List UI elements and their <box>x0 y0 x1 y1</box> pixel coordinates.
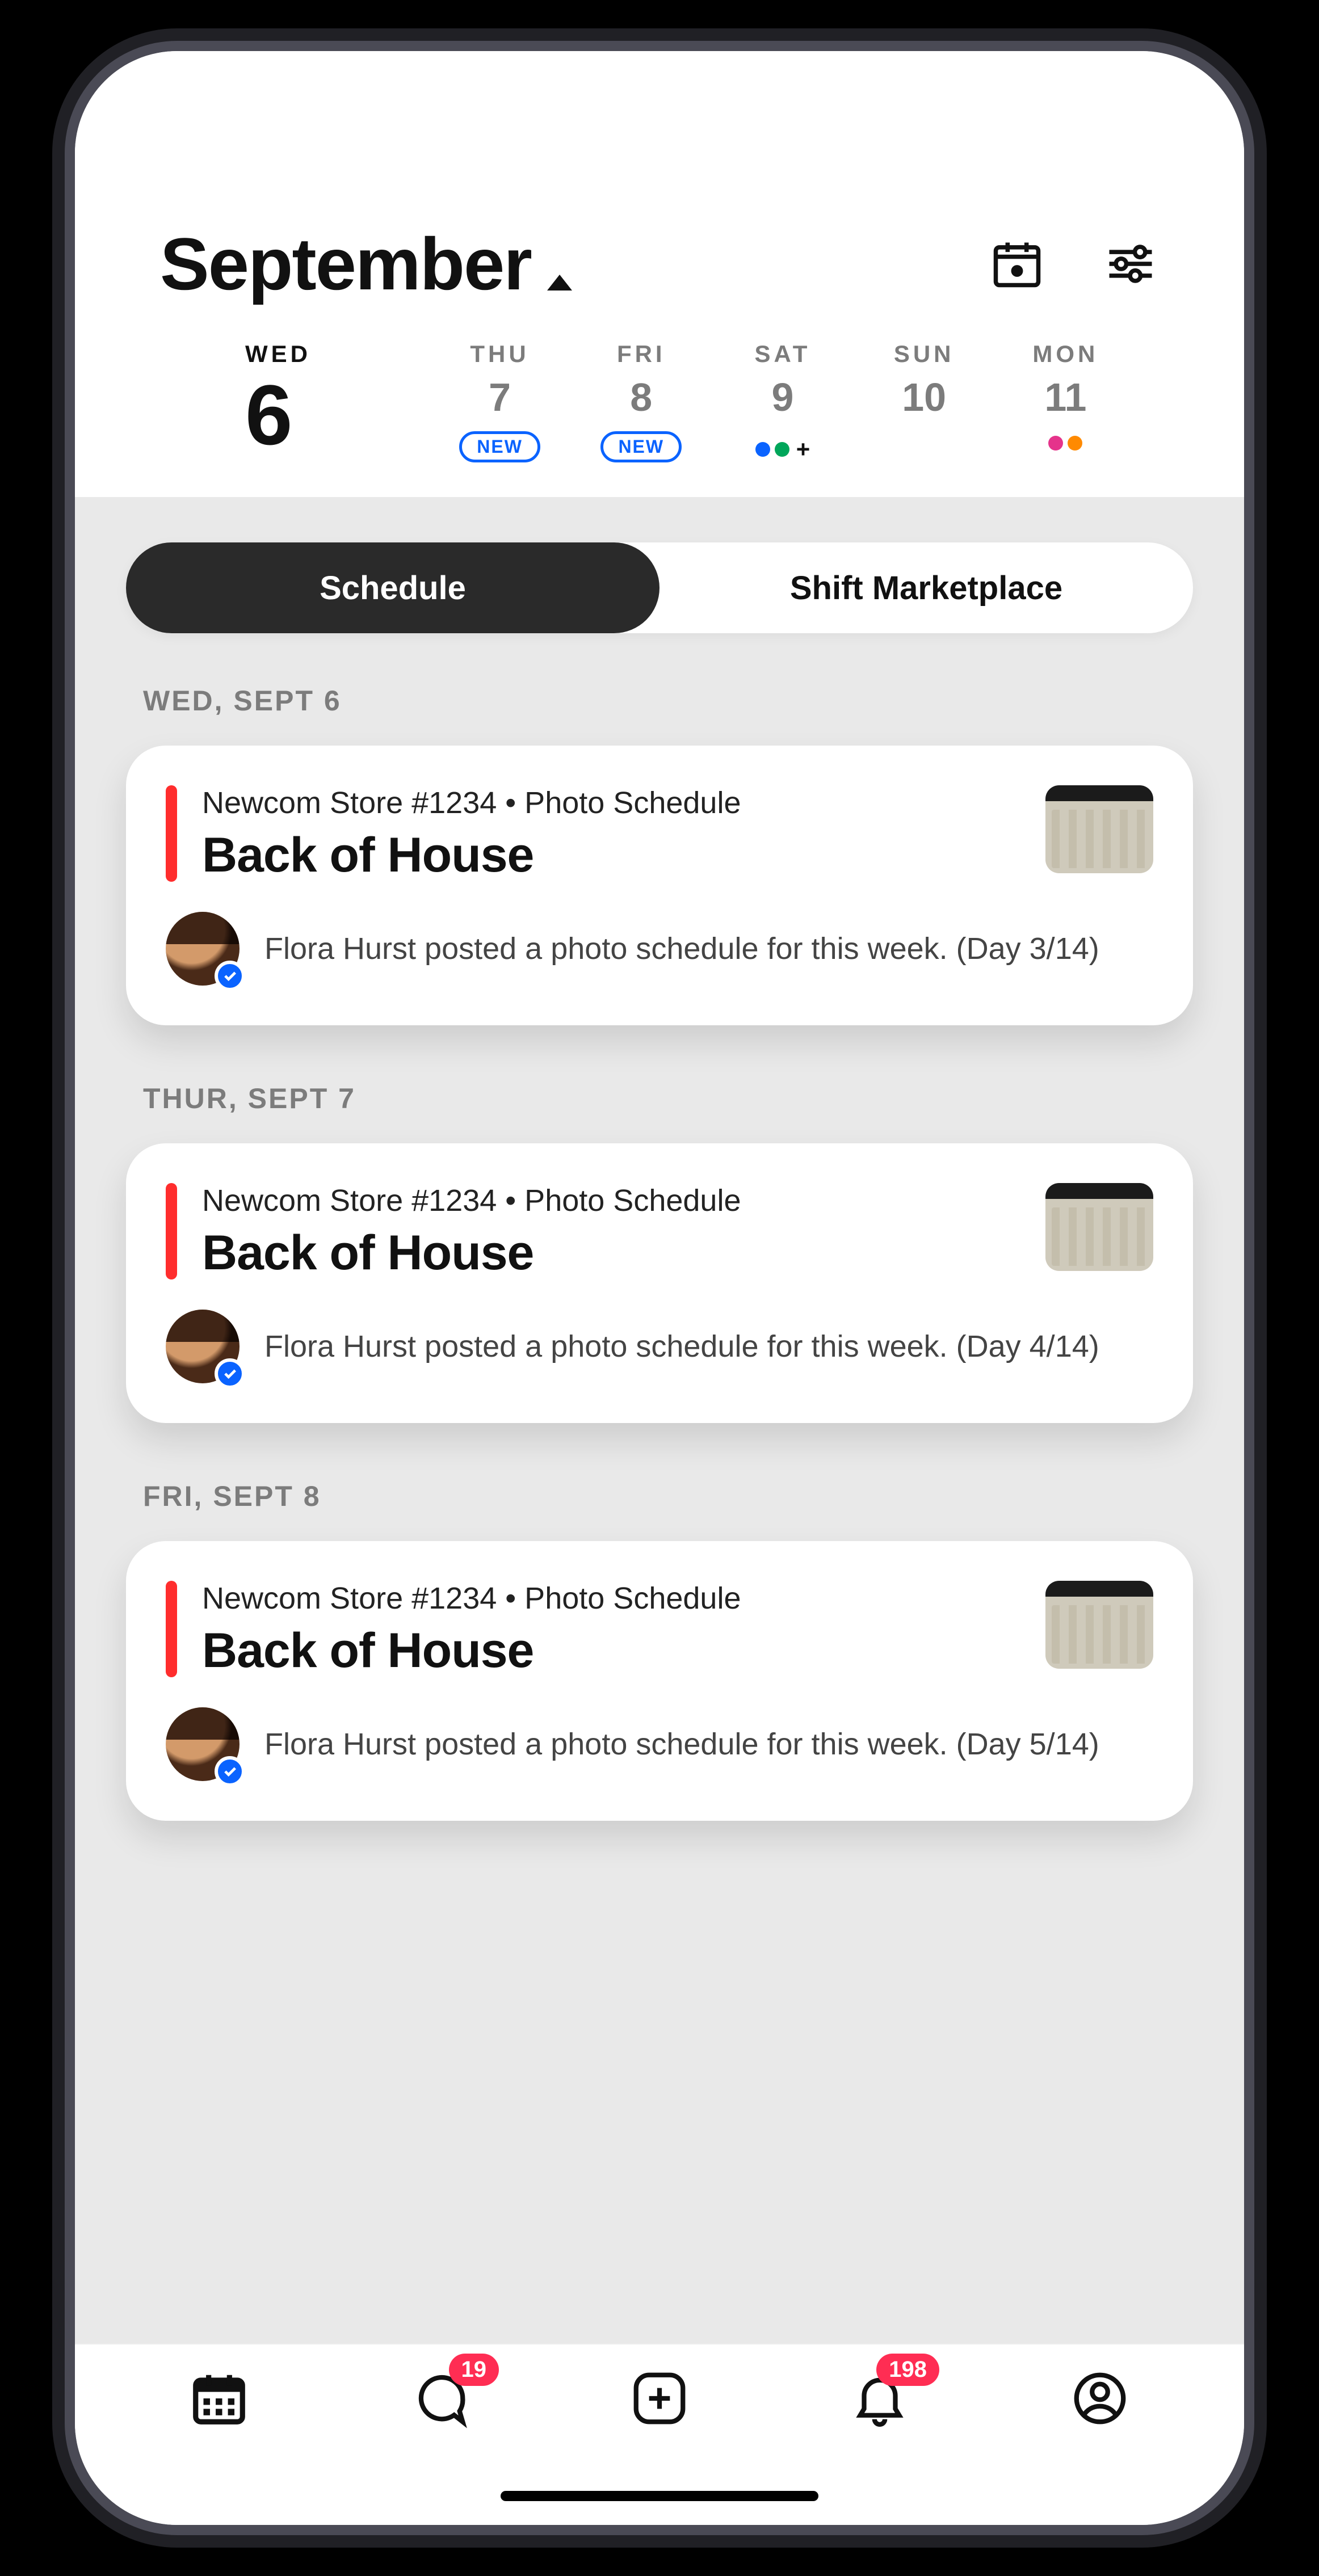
tab-shift-marketplace[interactable]: Shift Marketplace <box>660 542 1193 633</box>
card-subtitle: Newcom Store #1234 • Photo Schedule <box>202 1581 1020 1616</box>
header: September <box>75 51 1244 497</box>
calendar-dot-icon <box>989 235 1045 292</box>
card-title: Back of House <box>202 1623 1020 1679</box>
day-number: 10 <box>902 374 946 420</box>
dow-label: MON <box>1032 340 1098 368</box>
schedule-thumbnail <box>1045 1183 1153 1271</box>
filter-button[interactable] <box>1102 235 1159 292</box>
caret-up-icon <box>547 275 572 291</box>
day-cell-sun-10[interactable]: SUN 10 <box>854 340 995 463</box>
day-strip: WED 6 THU 7 NEW FRI 8 NEW SAT 9 <box>160 306 1159 497</box>
dow-label: SUN <box>894 340 955 368</box>
month-picker-button[interactable]: September <box>160 221 572 306</box>
screen: September <box>75 51 1244 2525</box>
calendar-icon <box>188 2367 250 2430</box>
nav-alerts-button[interactable]: 198 <box>848 2367 911 2430</box>
verified-badge-icon <box>215 1358 245 1389</box>
dow-label: THU <box>470 340 529 368</box>
tab-schedule[interactable]: Schedule <box>126 542 660 633</box>
nav-chat-button[interactable]: 19 <box>408 2367 471 2430</box>
avatar <box>166 912 240 986</box>
segmented-control: Schedule Shift Marketplace <box>126 542 1193 633</box>
schedule-card[interactable]: Newcom Store #1234 • Photo Schedule Back… <box>126 1541 1193 1821</box>
dow-label: WED <box>245 340 311 368</box>
nav-profile-button[interactable] <box>1069 2367 1131 2430</box>
profile-icon <box>1069 2367 1131 2430</box>
sliders-icon <box>1102 235 1159 292</box>
day-number: 8 <box>630 374 652 420</box>
plus-square-icon <box>628 2367 691 2430</box>
schedule-card[interactable]: Newcom Store #1234 • Photo Schedule Back… <box>126 746 1193 1025</box>
day-cell-sat-9[interactable]: SAT 9 + <box>712 340 853 463</box>
card-post-text: Flora Hurst posted a photo schedule for … <box>264 1724 1099 1765</box>
new-badge: NEW <box>600 431 682 462</box>
home-indicator <box>501 2491 818 2501</box>
card-subtitle: Newcom Store #1234 • Photo Schedule <box>202 785 1020 820</box>
dow-label: SAT <box>755 340 811 368</box>
day-cell-mon-11[interactable]: MON 11 <box>995 340 1136 463</box>
card-title: Back of House <box>202 827 1020 883</box>
dot-icon <box>755 442 770 457</box>
nav-calendar-button[interactable] <box>188 2367 250 2430</box>
dot-icon <box>1048 436 1063 451</box>
content-area[interactable]: Schedule Shift Marketplace WED, SEPT 6 N… <box>75 497 1244 2343</box>
group-date-label: FRI, SEPT 8 <box>143 1480 1193 1513</box>
event-dots: + <box>755 436 810 463</box>
dot-icon <box>775 442 789 457</box>
dot-icon <box>1068 436 1082 451</box>
verified-badge-icon <box>215 1756 245 1787</box>
avatar <box>166 1310 240 1383</box>
new-badge: NEW <box>459 431 540 462</box>
today-calendar-button[interactable] <box>989 235 1045 292</box>
card-post-text: Flora Hurst posted a photo schedule for … <box>264 1326 1099 1367</box>
group-date-label: THUR, SEPT 7 <box>143 1082 1193 1115</box>
avatar <box>166 1707 240 1781</box>
accent-bar <box>166 1581 177 1677</box>
verified-badge-icon <box>215 961 245 991</box>
card-title: Back of House <box>202 1225 1020 1281</box>
day-number: 6 <box>245 372 292 457</box>
day-number: 7 <box>489 374 511 420</box>
card-subtitle: Newcom Store #1234 • Photo Schedule <box>202 1183 1020 1218</box>
phone-frame: September <box>75 51 1244 2525</box>
day-cell-thu-7[interactable]: THU 7 NEW <box>429 340 570 463</box>
group-date-label: WED, SEPT 6 <box>143 684 1193 717</box>
day-cell-fri-8[interactable]: FRI 8 NEW <box>570 340 712 463</box>
month-label: September <box>160 221 531 306</box>
accent-bar <box>166 1183 177 1279</box>
alerts-badge: 198 <box>876 2354 939 2386</box>
more-indicator: + <box>796 436 810 463</box>
nav-add-button[interactable] <box>628 2367 691 2430</box>
accent-bar <box>166 785 177 882</box>
day-number: 11 <box>1044 374 1086 420</box>
schedule-thumbnail <box>1045 785 1153 873</box>
dow-label: FRI <box>617 340 666 368</box>
day-number: 9 <box>772 374 794 420</box>
day-cell-wed-6[interactable]: WED 6 <box>245 340 429 463</box>
schedule-card[interactable]: Newcom Store #1234 • Photo Schedule Back… <box>126 1143 1193 1423</box>
card-post-text: Flora Hurst posted a photo schedule for … <box>264 928 1099 970</box>
schedule-thumbnail <box>1045 1581 1153 1669</box>
chat-badge: 19 <box>449 2354 499 2386</box>
event-dots <box>1048 436 1082 451</box>
